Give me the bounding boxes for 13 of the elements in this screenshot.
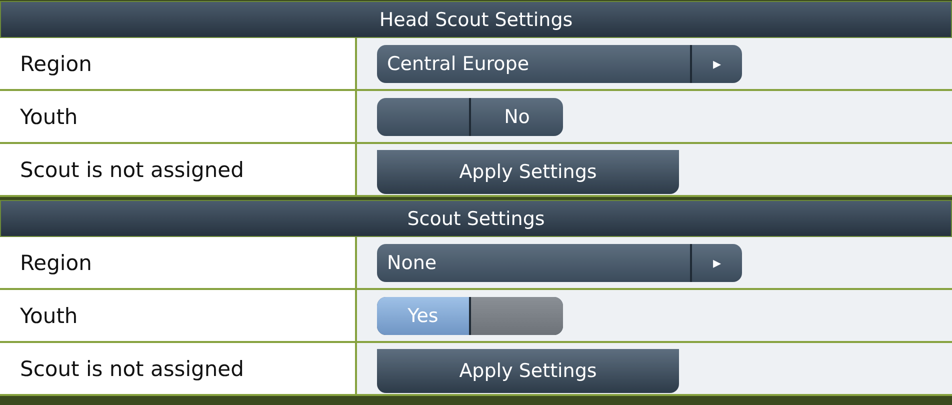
row-label: Scout is not assigned	[20, 158, 244, 182]
apply-settings-button[interactable]: Apply Settings	[377, 348, 679, 392]
apply-settings-button[interactable]: Apply Settings	[377, 150, 679, 194]
row-label: Youth	[20, 104, 78, 128]
section-header: Head Scout Settings	[0, 1, 952, 38]
section-header: Scout Settings	[0, 200, 952, 237]
region-dropdown[interactable]: None ▸	[377, 244, 742, 282]
row-label: Region	[20, 52, 92, 76]
region-dropdown[interactable]: Central Europe ▸	[377, 44, 742, 82]
row-label: Youth	[20, 304, 78, 328]
row-label: Region	[20, 250, 92, 274]
row-label: Scout is not assigned	[20, 356, 244, 380]
youth-toggle[interactable]: No	[377, 98, 563, 136]
